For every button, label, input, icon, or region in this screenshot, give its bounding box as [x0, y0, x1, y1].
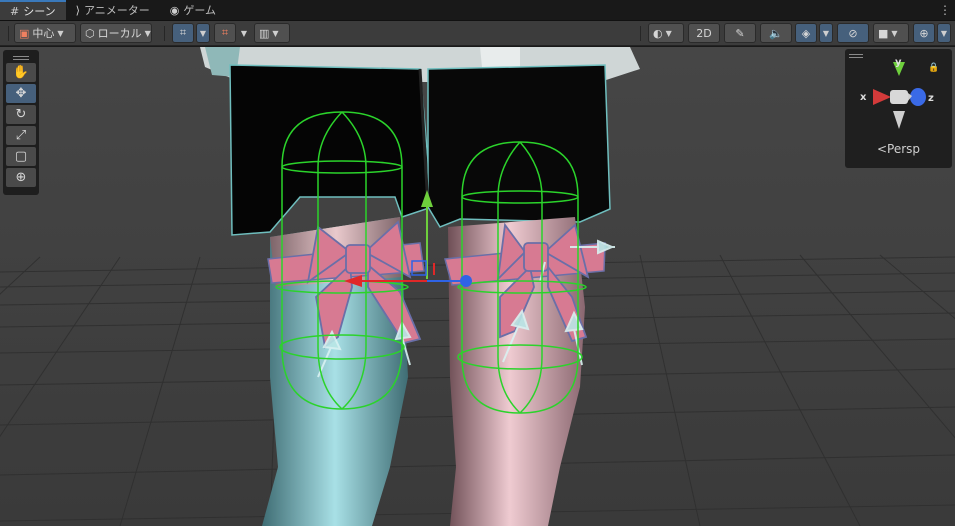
pivot-center-icon: ▣	[19, 26, 30, 40]
transform-tool-button[interactable]: ⊕	[6, 168, 36, 187]
rect-icon: ▢	[14, 149, 28, 164]
animator-icon: ⟩	[75, 3, 80, 17]
scene-render	[0, 47, 955, 526]
chevron-down-icon: ▼	[665, 28, 672, 38]
perspective-icon: <	[876, 142, 888, 156]
shading-sphere-icon: ◐	[653, 26, 663, 40]
toolbar-divider	[164, 26, 165, 41]
more-options-icon[interactable]: ⋮	[935, 0, 955, 20]
rect-tool-button[interactable]: ▢	[6, 147, 36, 166]
move-arrows-icon: ✥	[15, 86, 27, 101]
gizmos-toggle[interactable]: ⊕	[913, 23, 935, 43]
cube-icon: ⬡	[85, 26, 95, 40]
scale-icon: ⤢	[15, 128, 27, 143]
effects-toggle[interactable]: ◈	[795, 23, 817, 43]
speaker-muted-icon: 🔈	[769, 26, 783, 40]
x-axis-cone[interactable]	[873, 89, 891, 105]
lighting-toggle[interactable]: ✎	[724, 23, 756, 43]
palette-grip[interactable]	[6, 53, 36, 63]
toolbar-divider	[640, 26, 641, 41]
grid-snap-toggle[interactable]: ⌗	[172, 23, 194, 43]
chevron-down-icon: ▼	[272, 28, 279, 38]
projection-toggle[interactable]: <Persp	[845, 142, 952, 156]
center-cube[interactable]	[890, 90, 908, 104]
scene-visibility-toggle[interactable]: ⊘	[837, 23, 869, 43]
move-tool-button[interactable]: ✥	[6, 84, 36, 103]
chevron-down-icon: ▼	[940, 28, 948, 38]
gamepad-icon: ◉	[169, 3, 180, 17]
audio-toggle[interactable]: 🔈	[760, 23, 792, 43]
projection-label: Persp	[887, 142, 921, 156]
tools-palette: ✋ ✥ ↻ ⤢ ▢ ⊕	[3, 50, 39, 195]
orientation-gizmo[interactable]: 🔒 y x z <Persp	[845, 49, 952, 168]
rotate-icon: ↻	[15, 107, 27, 122]
hand-icon: ✋	[12, 65, 30, 80]
x-axis-label: x	[860, 92, 867, 103]
gizmos-dropdown[interactable]: ▼	[937, 23, 951, 43]
tab-animator-label: アニメーター	[83, 4, 150, 17]
pivot-mode-dropdown[interactable]: ▣ 中心 ▼	[14, 23, 76, 43]
chevron-down-icon: ▼	[144, 28, 151, 38]
increment-snap-toggle[interactable]: ⌗	[214, 23, 236, 43]
pivot-mode-label: 中心	[32, 27, 55, 40]
negative-y-cone[interactable]	[893, 111, 905, 129]
handle-space-label: ローカル	[97, 27, 142, 40]
increment-snap-dropdown[interactable]: ▼	[238, 23, 250, 43]
scene-viewport[interactable]	[0, 47, 955, 526]
gizmo-sphere-icon: ⊕	[919, 26, 929, 40]
view-tool-button[interactable]: ✋	[6, 63, 36, 82]
rotate-tool-button[interactable]: ↻	[6, 105, 36, 124]
effects-dropdown[interactable]: ▼	[819, 23, 833, 43]
tab-game[interactable]: ◉ ゲーム	[160, 0, 226, 20]
chevron-down-icon: ▼	[199, 28, 207, 38]
grid-icon: #	[10, 4, 20, 18]
z-axis-label: z	[928, 93, 934, 104]
tab-animator[interactable]: ⟩ アニメーター	[66, 0, 160, 20]
camera-icon: ■	[878, 26, 889, 40]
layers-icon: ◈	[801, 26, 811, 40]
tab-game-label: ゲーム	[183, 4, 217, 17]
chevron-down-icon: ▼	[891, 28, 898, 38]
eye-slash-icon: ⊘	[848, 26, 858, 40]
chevron-down-icon: ▼	[822, 28, 830, 38]
grid-lines-icon: ▥	[259, 26, 270, 40]
transform-icon: ⊕	[15, 170, 27, 185]
tab-scene-label: シーン	[23, 5, 56, 18]
grid-snap-icon: ⌗	[179, 26, 187, 39]
lightbulb-icon: ✎	[735, 26, 745, 40]
chevron-down-icon: ▼	[240, 28, 248, 38]
scale-tool-button[interactable]: ⤢	[6, 126, 36, 145]
handle-space-dropdown[interactable]: ⬡ ローカル ▼	[80, 23, 152, 43]
mode-2d-label: 2D	[696, 26, 712, 40]
grid-visibility-dropdown[interactable]: ▥ ▼	[254, 23, 290, 43]
toolbar-divider	[8, 26, 9, 41]
draw-mode-dropdown[interactable]: ◐ ▼	[648, 23, 684, 43]
grid-snap-dropdown[interactable]: ▼	[196, 23, 210, 43]
camera-settings-dropdown[interactable]: ■ ▼	[873, 23, 909, 43]
increment-snap-icon: ⌗	[221, 26, 229, 39]
chevron-down-icon: ▼	[57, 28, 64, 38]
scene-toolbar: ▣ 中心 ▼ ⬡ ローカル ▼ ⌗ ▼ ⌗ ▼ ▥ ▼ ◐ ▼ 2D ✎ 🔈 ◈…	[0, 21, 955, 46]
mode-2d-toggle[interactable]: 2D	[688, 23, 720, 43]
tab-scene[interactable]: # シーン	[0, 0, 66, 20]
z-axis-cone[interactable]	[910, 88, 926, 106]
y-axis-label: y	[895, 57, 902, 68]
window-tab-bar: # シーン ⟩ アニメーター ◉ ゲーム ⋮	[0, 0, 955, 21]
